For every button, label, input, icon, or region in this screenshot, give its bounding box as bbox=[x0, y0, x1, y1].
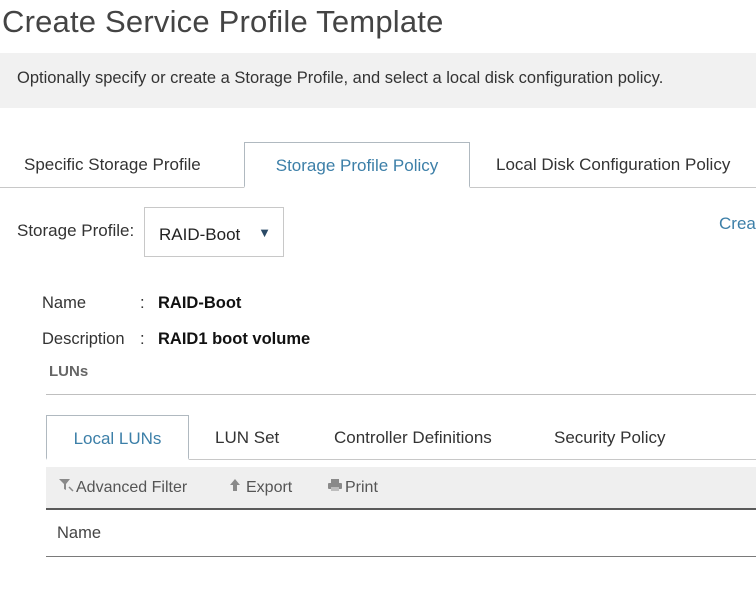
info-banner: Optionally specify or create a Storage P… bbox=[0, 53, 756, 108]
tab-lun-set[interactable]: LUN Set bbox=[215, 415, 279, 460]
print-label: Print bbox=[345, 479, 378, 496]
storage-profile-select[interactable]: RAID-Boot ▼ bbox=[144, 207, 284, 257]
tab-controller-definitions[interactable]: Controller Definitions bbox=[334, 415, 492, 460]
luns-section-title: LUNs bbox=[49, 363, 89, 380]
description-value: RAID1 boot volume bbox=[158, 330, 311, 348]
storage-tabs: Specific Storage Profile Storage Profile… bbox=[0, 142, 756, 189]
export-button[interactable]: Export bbox=[228, 478, 292, 497]
tab-storage-profile-policy[interactable]: Storage Profile Policy bbox=[244, 142, 470, 188]
page: Create Service Profile Template Optional… bbox=[0, 0, 756, 602]
storage-profile-label: Storage Profile: bbox=[17, 221, 135, 240]
table-toolbar: Advanced Filter Export Print bbox=[46, 467, 756, 508]
advanced-filter-label: Advanced Filter bbox=[76, 479, 188, 496]
column-header-name[interactable]: Name bbox=[57, 524, 101, 543]
toolbar-divider bbox=[46, 508, 756, 510]
tab-local-luns[interactable]: Local LUNs bbox=[46, 415, 189, 460]
print-icon bbox=[327, 478, 345, 495]
luns-tabs: Local LUNs LUN Set Controller Definition… bbox=[46, 415, 756, 461]
export-label: Export bbox=[246, 479, 293, 496]
storage-profile-selected-value: RAID-Boot bbox=[159, 225, 241, 244]
print-button[interactable]: Print bbox=[327, 478, 378, 497]
name-label: Name bbox=[42, 294, 87, 312]
description-separator: : bbox=[140, 330, 145, 348]
tab-specific-storage-profile[interactable]: Specific Storage Profile bbox=[24, 142, 201, 188]
table-header-divider bbox=[46, 556, 756, 557]
tab-local-disk-configuration-policy[interactable]: Local Disk Configuration Policy bbox=[496, 142, 730, 188]
name-value: RAID-Boot bbox=[158, 294, 242, 312]
export-icon bbox=[228, 478, 246, 495]
luns-divider bbox=[46, 394, 756, 395]
tab-security-policy[interactable]: Security Policy bbox=[554, 415, 665, 460]
page-title: Create Service Profile Template bbox=[2, 4, 444, 39]
description-label: Description bbox=[42, 330, 125, 348]
create-storage-profile-link[interactable]: Crea bbox=[719, 214, 756, 234]
chevron-down-icon: ▼ bbox=[258, 225, 271, 240]
advanced-filter-button[interactable]: Advanced Filter bbox=[58, 478, 187, 497]
name-separator: : bbox=[140, 294, 145, 312]
banner-text: Optionally specify or create a Storage P… bbox=[17, 69, 664, 87]
filter-icon bbox=[58, 478, 76, 495]
